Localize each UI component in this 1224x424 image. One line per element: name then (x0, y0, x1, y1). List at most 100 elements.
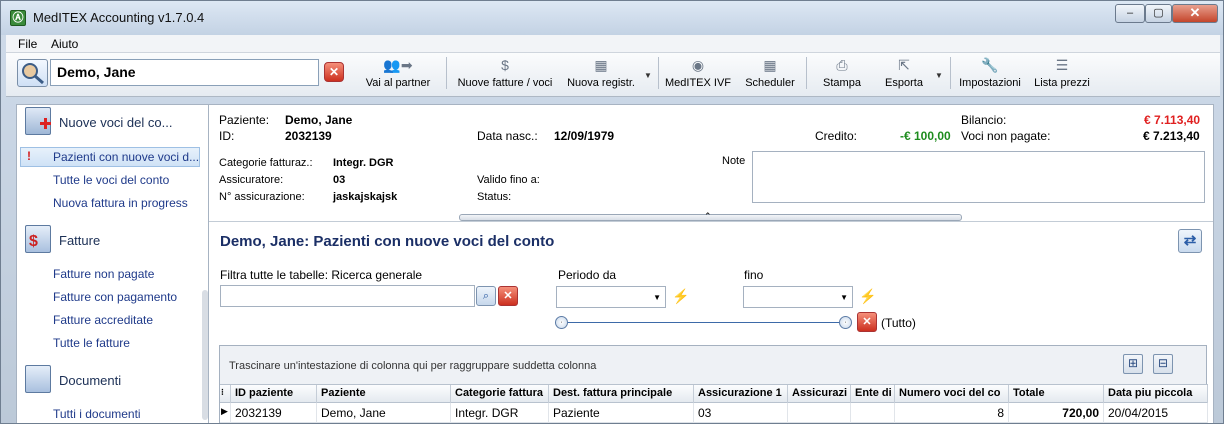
collapse-all-icon[interactable]: ⊟ (1153, 354, 1173, 374)
search-input[interactable] (220, 285, 475, 307)
periodo-da-select[interactable]: ▼ (556, 286, 666, 308)
export-icon: ⇱ (898, 57, 910, 73)
clear-search-button[interactable]: ✕ (498, 286, 518, 306)
sidebar: Nuove voci del co... ! Pazienti con nuov… (16, 104, 210, 423)
cell-data-piu-piccola[interactable]: 20/04/2015 (1104, 403, 1208, 423)
periodo-da-label: Periodo da (558, 268, 617, 282)
clear-period-button[interactable]: ✕ (857, 312, 877, 332)
nuove-fatture-button[interactable]: $ Nuove fatture / voci (450, 55, 560, 93)
column-header-totale[interactable]: Totale (1009, 385, 1104, 404)
document-plus-icon (25, 107, 51, 135)
expand-all-icon[interactable]: ⊞ (1123, 354, 1143, 374)
table-row[interactable]: ▶ 2032139 Demo, Jane Integr. DGR Pazient… (220, 403, 1208, 423)
tutto-label: (Tutto) (881, 316, 916, 330)
period-slider-start-handle[interactable]: · (555, 316, 568, 329)
partner-arrow-icon: 👥➡ (383, 57, 413, 73)
voci-non-pagate-label: Voci non pagate: (961, 129, 1051, 143)
lightning-icon[interactable]: ⚡ (672, 288, 689, 305)
credito-value: -€ 100,00 (900, 129, 951, 143)
status-label: Status: (477, 191, 512, 203)
menu-aiuto[interactable]: Aiuto (51, 37, 78, 51)
chevron-down-icon: ▼ (840, 293, 848, 302)
app-logo-icon: Ⓐ (10, 10, 26, 26)
sidebar-item-fatture-pagamento[interactable]: Fatture con pagamento (53, 290, 177, 304)
column-header-id-paziente[interactable]: ID paziente (231, 385, 317, 404)
credito-label: Credito: (815, 129, 858, 143)
dob-label: Data nasc.: (477, 129, 538, 143)
impostazioni-button[interactable]: 🔧 Impostazioni (956, 55, 1024, 93)
sidebar-item-pazienti-nuove-voci[interactable]: Pazienti con nuove voci d... (53, 150, 199, 164)
lista-prezzi-button[interactable]: ☰ Lista prezzi (1030, 55, 1094, 93)
filter-label: Filtra tutte le tabelle: Ricerca general… (220, 268, 423, 282)
esporta-label: Esporta (885, 77, 923, 89)
column-header-assicurazione-1[interactable]: Assicurazione 1 (694, 385, 788, 404)
page-title: Demo, Jane: Pazienti con nuove voci del … (220, 233, 555, 250)
sidebar-item-nuova-fattura[interactable]: Nuova fattura in progress (53, 196, 188, 210)
sidebar-item-tutte-fatture[interactable]: Tutte le fatture (53, 336, 130, 350)
cell-totale[interactable]: 720,00 (1009, 403, 1104, 423)
sidebar-item-tutti-documenti[interactable]: Tutti i documenti (53, 407, 141, 421)
nuova-registr-button[interactable]: ▦ Nuova registr. (560, 55, 642, 93)
menu-bar: File Aiuto (6, 35, 1220, 53)
fino-label: fino (744, 268, 764, 282)
price-list-icon: ☰ (1055, 57, 1069, 73)
stampa-label: Stampa (823, 77, 861, 89)
bilancio-value: € 7.113,40 (1144, 113, 1201, 127)
cell-id-paziente[interactable]: 2032139 (231, 403, 317, 423)
toolbar-separator (658, 57, 659, 89)
clear-patient-button[interactable]: ✕ (324, 62, 344, 82)
nuova-registr-label: Nuova registr. (567, 77, 635, 89)
column-header-paziente[interactable]: Paziente (317, 385, 451, 404)
scheduler-button[interactable]: ▦ Scheduler (740, 55, 800, 93)
row-selector-header: ⁝ (220, 385, 231, 404)
refresh-icon[interactable]: ⇄ (1178, 229, 1202, 253)
toolbar-separator (806, 57, 807, 89)
cell-assicurazione-1[interactable]: 03 (694, 403, 788, 423)
cell-categorie-fattura[interactable]: Integr. DGR (451, 403, 549, 423)
sidebar-item-fatture-accreditate[interactable]: Fatture accreditate (53, 313, 153, 327)
lightning-icon[interactable]: ⚡ (859, 288, 876, 305)
row-selector-arrow-icon: ▶ (220, 403, 231, 423)
column-header-ente-di[interactable]: Ente di (851, 385, 895, 404)
minimize-button[interactable]: – (1115, 4, 1145, 23)
meditex-ivf-button[interactable]: ◉ MedITEX IVF (662, 55, 734, 93)
period-slider-end-handle[interactable]: · (839, 316, 852, 329)
toolbar-separator (446, 57, 447, 89)
esporta-dropdown-icon[interactable]: ▼ (935, 71, 943, 80)
period-slider-track[interactable] (555, 322, 848, 323)
sidebar-item-tutte-voci[interactable]: Tutte le voci del conto (53, 173, 169, 187)
panel-splitter[interactable]: ⌃ (459, 211, 962, 221)
menu-file[interactable]: File (18, 37, 37, 51)
patient-search-icon[interactable] (17, 59, 48, 87)
cell-dest-fattura[interactable]: Paziente (549, 403, 694, 423)
cell-ente-di[interactable] (851, 403, 895, 423)
notes-field[interactable] (752, 151, 1205, 203)
nuova-registr-dropdown-icon[interactable]: ▼ (644, 71, 652, 80)
sidebar-item-fatture-non-pagate[interactable]: Fatture non pagate (53, 267, 154, 281)
paziente-label: Paziente: (219, 113, 270, 127)
vai-al-partner-button[interactable]: 👥➡ Vai al partner (352, 55, 444, 93)
voci-non-pagate-value: € 7.213,40 (1143, 129, 1200, 143)
close-button[interactable]: ✕ (1172, 4, 1218, 23)
selected-alert-icon: ! (27, 149, 31, 163)
column-header-numero-voci[interactable]: Numero voci del co (895, 385, 1009, 404)
bilancio-label: Bilancio: (961, 113, 1007, 127)
column-header-assicurazi[interactable]: Assicurazi (788, 385, 851, 404)
column-header-data-piu-piccola[interactable]: Data piu piccola (1104, 385, 1208, 404)
esporta-button[interactable]: ⇱ Esporta (876, 55, 932, 93)
cell-paziente[interactable]: Demo, Jane (317, 403, 451, 423)
invoice-icon: $ (25, 225, 51, 253)
cell-numero-voci[interactable]: 8 (895, 403, 1009, 423)
column-header-categorie-fattura[interactable]: Categorie fattura (451, 385, 549, 404)
title-bar: Ⓐ MedITEX Accounting v1.7.0.4 – ▢ ✕ (1, 1, 1223, 35)
search-icon[interactable]: ⌕ (476, 286, 496, 306)
categorie-label: Categorie fatturaz.: (219, 157, 313, 169)
column-header-dest-fattura[interactable]: Dest. fattura principale (549, 385, 694, 404)
fino-select[interactable]: ▼ (743, 286, 853, 308)
note-label: Note (722, 155, 746, 167)
patient-name-field[interactable]: Demo, Jane (50, 59, 319, 86)
maximize-button[interactable]: ▢ (1145, 4, 1172, 23)
stampa-button[interactable]: ⎙ Stampa (814, 55, 870, 93)
cell-assicurazi[interactable] (788, 403, 851, 423)
grid-header: ⁝ ID paziente Paziente Categorie fattura… (220, 384, 1208, 404)
